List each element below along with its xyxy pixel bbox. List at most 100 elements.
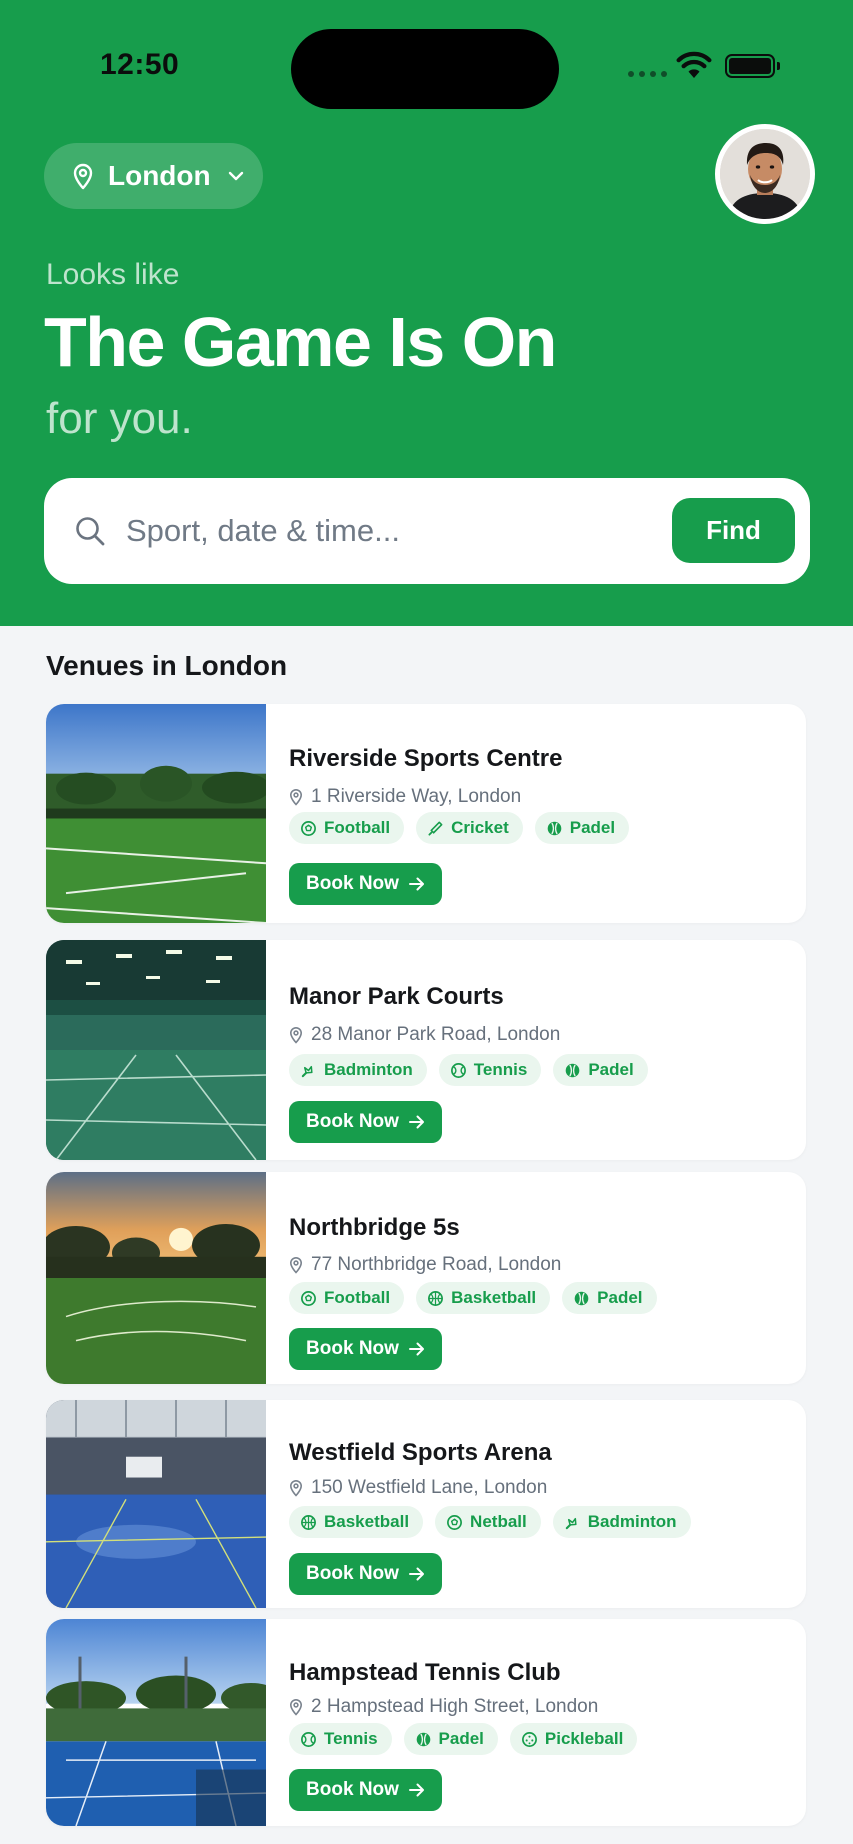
location-pin-icon — [73, 163, 93, 190]
user-avatar[interactable] — [715, 124, 815, 224]
cellular-signal-icon — [628, 71, 667, 77]
avatar-portrait — [720, 129, 810, 219]
venue-name: Northbridge 5s — [289, 1214, 460, 1241]
sport-tags: Football Cricket Padel — [289, 812, 630, 844]
sport-tag-label: Padel — [438, 1729, 484, 1748]
venue-name: Hampstead Tennis Club — [289, 1659, 561, 1686]
padel-icon — [546, 820, 563, 837]
sport-tag: Padel — [534, 812, 630, 844]
app-screen: 12:50 London Looks like The Game Is On f… — [0, 0, 853, 1844]
hero-subtitle: for you. — [46, 394, 193, 443]
book-now-button[interactable]: Book Now — [289, 1769, 442, 1811]
arrow-right-icon — [408, 1567, 424, 1581]
location-selector[interactable]: London — [44, 143, 263, 209]
sport-tag-label: Cricket — [451, 818, 509, 837]
sport-tag-label: Football — [324, 1288, 391, 1307]
netball-icon — [446, 1514, 463, 1531]
sport-tag: Badminton — [552, 1506, 691, 1538]
book-now-button[interactable]: Book Now — [289, 1101, 442, 1143]
arrow-right-icon — [408, 877, 424, 891]
football-icon — [300, 820, 317, 837]
sport-tag: Netball — [435, 1506, 541, 1538]
battery-icon — [725, 54, 780, 78]
sport-tag: Pickleball — [509, 1723, 638, 1755]
padel-icon — [573, 1290, 590, 1307]
arrow-right-icon — [408, 1342, 424, 1356]
search-bar: Find — [44, 478, 810, 584]
sport-tag-label: Basketball — [451, 1288, 537, 1307]
venue-address-text: 2 Hampstead High Street, London — [311, 1696, 599, 1717]
basketball-icon — [427, 1290, 444, 1307]
sport-tag: Tennis — [289, 1723, 392, 1755]
book-now-button[interactable]: Book Now — [289, 1553, 442, 1595]
book-now-label: Book Now — [306, 1779, 399, 1800]
sport-tag-label: Tennis — [324, 1729, 378, 1748]
tennis-icon — [300, 1731, 317, 1748]
chevron-down-icon — [228, 171, 243, 181]
sport-tag: Football — [289, 1282, 405, 1314]
hero-title: The Game Is On — [44, 303, 557, 381]
book-now-label: Book Now — [306, 873, 399, 894]
location-pin-icon — [289, 789, 303, 806]
sport-tags: Badminton Tennis Padel — [289, 1054, 648, 1086]
venue-card[interactable]: Riverside Sports Centre 1 Riverside Way,… — [46, 704, 806, 923]
location-pin-icon — [289, 1027, 303, 1044]
location-pin-icon — [289, 1699, 303, 1716]
sport-tag-label: Padel — [569, 818, 616, 837]
sport-tag: Badminton — [289, 1054, 427, 1086]
venue-address: 1 Riverside Way, London — [289, 786, 521, 808]
badminton-icon — [564, 1514, 581, 1531]
venue-name: Riverside Sports Centre — [289, 745, 563, 772]
book-now-button[interactable]: Book Now — [289, 863, 442, 905]
venue-address-text: 28 Manor Park Road, London — [311, 1024, 561, 1045]
sport-tag-label: Padel — [588, 1060, 634, 1079]
venue-address: 150 Westfield Lane, London — [289, 1477, 547, 1499]
sport-tag-label: Netball — [470, 1512, 527, 1531]
book-now-label: Book Now — [306, 1338, 399, 1359]
sport-tag: Basketball — [416, 1282, 551, 1314]
book-now-button[interactable]: Book Now — [289, 1328, 442, 1370]
wifi-icon — [676, 51, 712, 78]
venue-image — [46, 940, 266, 1160]
sport-tag: Padel — [403, 1723, 498, 1755]
sport-tag: Football — [289, 812, 405, 844]
sport-tag: Cricket — [416, 812, 523, 844]
venue-name: Westfield Sports Arena — [289, 1439, 552, 1466]
pickleball-icon — [521, 1731, 538, 1748]
tennis-icon — [450, 1062, 467, 1079]
dynamic-island — [291, 29, 559, 109]
venue-image — [46, 704, 266, 923]
sport-tag-label: Badminton — [324, 1060, 413, 1079]
venue-name: Manor Park Courts — [289, 983, 504, 1010]
basketball-icon — [300, 1514, 317, 1531]
cricket-icon — [427, 820, 444, 837]
venue-address-text: 1 Riverside Way, London — [311, 786, 522, 807]
venue-card[interactable]: Hampstead Tennis Club 2 Hampstead High S… — [46, 1619, 806, 1826]
sport-tag-label: Basketball — [324, 1512, 410, 1531]
sport-tag: Basketball — [289, 1506, 424, 1538]
sport-tags: Basketball Netball Badminton — [289, 1506, 691, 1538]
arrow-right-icon — [408, 1783, 424, 1797]
location-pin-icon — [289, 1257, 303, 1274]
search-input[interactable] — [126, 504, 686, 558]
location-label: London — [108, 160, 211, 191]
venue-card[interactable]: Manor Park Courts 28 Manor Park Road, Lo… — [46, 940, 806, 1160]
sport-tag-label: Pickleball — [544, 1729, 624, 1748]
sport-tag: Padel — [553, 1054, 648, 1086]
find-button[interactable]: Find — [672, 498, 795, 563]
venues-section-title: Venues in London — [46, 650, 288, 681]
status-time: 12:50 — [100, 48, 180, 81]
padel-icon — [564, 1062, 581, 1079]
sport-tag-label: Tennis — [473, 1060, 528, 1079]
sport-tag-label: Padel — [597, 1288, 643, 1307]
book-now-label: Book Now — [306, 1111, 399, 1132]
hero-header: 12:50 London Looks like The Game Is On f… — [0, 0, 853, 626]
sport-tag: Tennis — [438, 1054, 542, 1086]
venue-card[interactable]: Northbridge 5s 77 Northbridge Road, Lond… — [46, 1172, 806, 1384]
sport-tag: Padel — [562, 1282, 657, 1314]
sport-tags: Football Basketball Padel — [289, 1282, 657, 1314]
venue-address: 77 Northbridge Road, London — [289, 1254, 561, 1276]
venue-card[interactable]: Westfield Sports Arena 150 Westfield Lan… — [46, 1400, 806, 1608]
football-icon — [300, 1290, 317, 1307]
padel-icon — [415, 1731, 432, 1748]
